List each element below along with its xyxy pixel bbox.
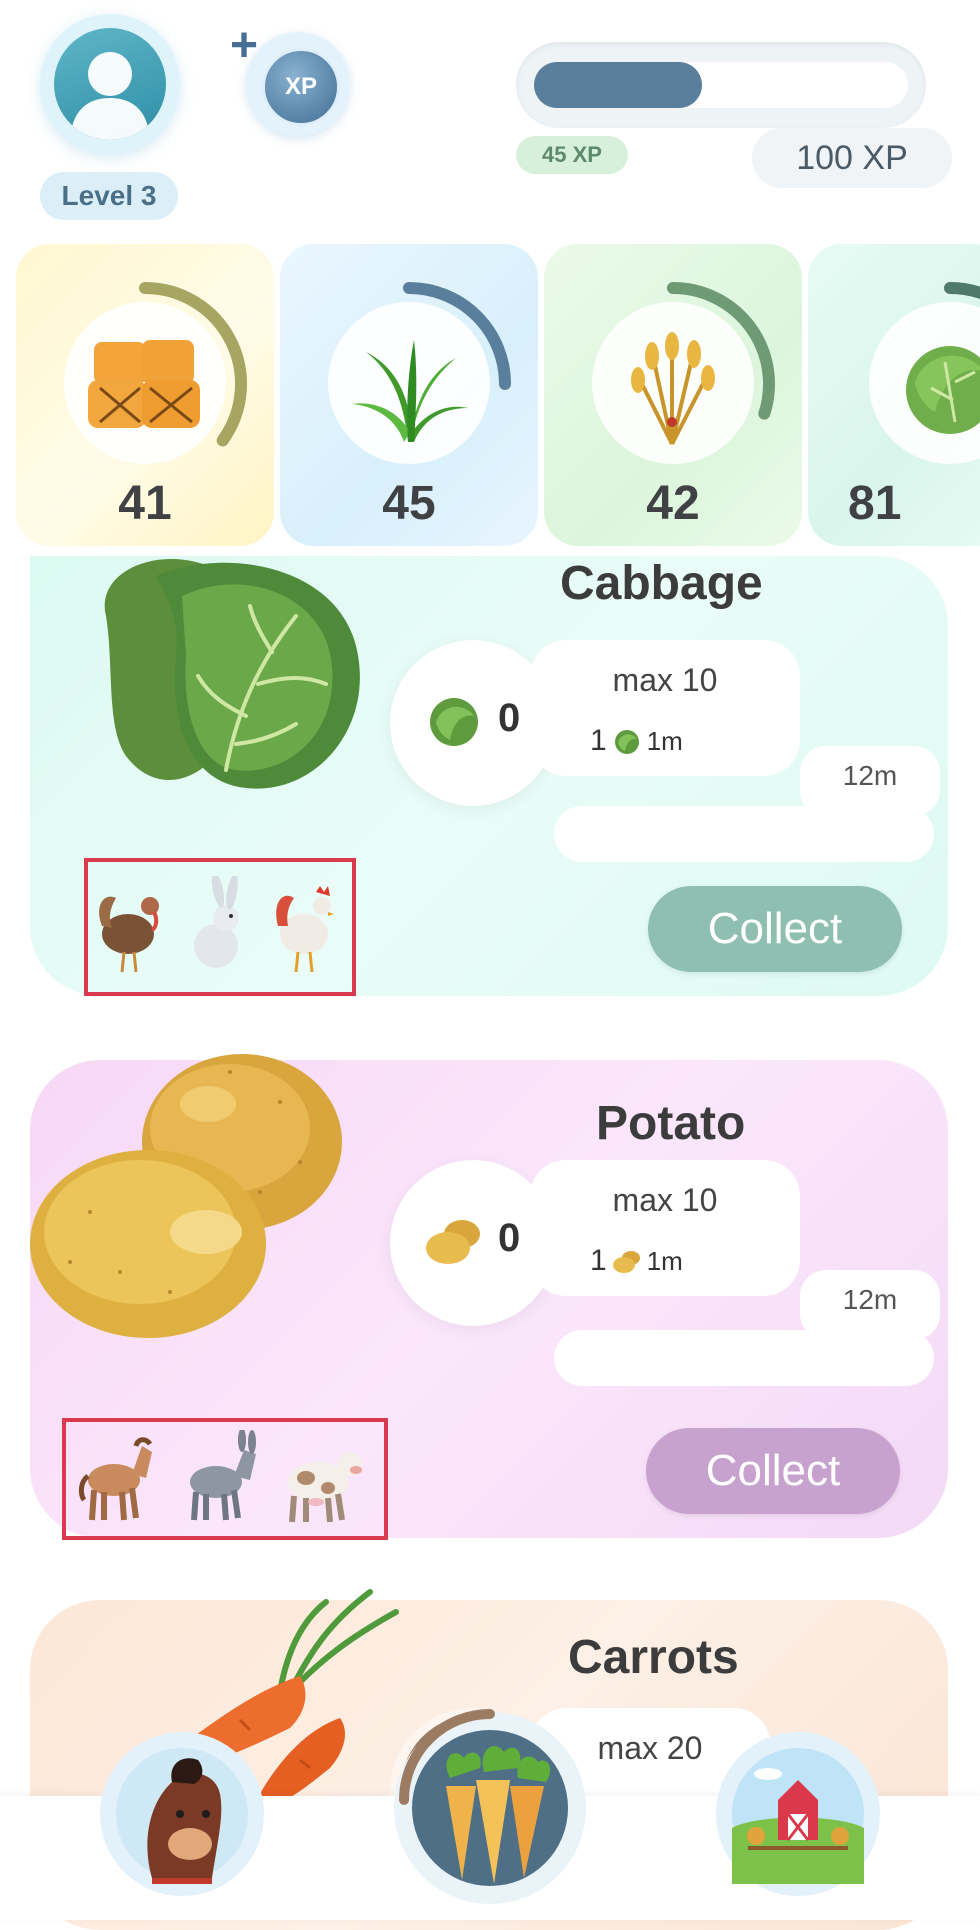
resource-count: 81	[848, 477, 902, 530]
barn-icon	[732, 1748, 864, 1884]
timer-progress-bar	[554, 1330, 934, 1386]
user-silhouette-icon	[54, 28, 166, 140]
cabbage-illustration	[104, 559, 360, 789]
max-capacity-label: max 10	[612, 662, 718, 698]
nav-farm-button[interactable]	[716, 1732, 880, 1896]
rate-amount: 1	[590, 724, 607, 757]
cabbage-icon	[614, 730, 639, 754]
xp-progress-bar	[516, 42, 926, 128]
timer-progress-bar	[554, 806, 934, 862]
potato-icon	[426, 1220, 480, 1264]
hay-bales-icon	[88, 340, 200, 428]
collect-button[interactable]: Collect	[648, 886, 902, 972]
rooster-icon	[276, 886, 334, 973]
rate-unit: 1m	[646, 1245, 683, 1276]
production-rate: 1 1m	[590, 724, 683, 758]
stock-count: 0	[498, 1216, 521, 1260]
xp-coin-icon: XP	[262, 48, 340, 126]
rate-unit: 1m	[646, 725, 683, 756]
wheat-icon	[631, 332, 715, 445]
crop-title: Carrots	[568, 1631, 739, 1684]
production-rate: 1 1m	[590, 1244, 683, 1278]
resource-count: 45	[382, 477, 436, 530]
resource-count: 42	[646, 477, 700, 530]
level-badge: Level 3	[40, 172, 178, 220]
stock-count: 0	[498, 696, 521, 740]
resource-card-hay[interactable]: 41	[16, 244, 274, 546]
rabbit-icon	[194, 876, 239, 968]
animal-consumers-box	[84, 858, 356, 996]
resource-count: 41	[118, 477, 172, 530]
rate-amount: 1	[590, 1244, 607, 1277]
max-capacity-label: max 10	[612, 1182, 718, 1218]
cow-icon	[288, 1452, 362, 1523]
crop-card-cabbage: Cabbage 0 max 10 1 1m 12m Collect	[30, 556, 948, 996]
potato-icon	[612, 1251, 640, 1273]
crop-title: Potato	[596, 1097, 746, 1150]
xp-bonus-button[interactable]: XP +	[230, 22, 364, 142]
resource-card-cabbage[interactable]: 81	[808, 244, 980, 546]
resource-card-grass[interactable]: 45	[280, 244, 538, 546]
donkey-icon	[190, 1430, 256, 1521]
xp-progress-fill	[534, 62, 703, 108]
xp-max-label: 100 XP	[752, 128, 952, 188]
cabbage-icon	[906, 346, 980, 434]
turkey-icon	[99, 896, 159, 973]
nav-animals-button[interactable]	[100, 1732, 264, 1896]
plus-icon: +	[230, 19, 259, 72]
resource-card-wheat[interactable]: 42	[544, 244, 802, 546]
collect-button[interactable]: Collect	[646, 1428, 900, 1514]
carrots-icon	[412, 1730, 568, 1886]
animal-consumers-box	[62, 1418, 388, 1540]
horse-icon	[116, 1748, 248, 1884]
crop-title: Cabbage	[560, 557, 763, 610]
horse-icon	[78, 1437, 153, 1521]
production-info-panel: max 10 1 1m	[530, 640, 800, 776]
potato-illustration	[30, 1054, 342, 1338]
cabbage-icon	[430, 698, 478, 746]
xp-current-label: 45 XP	[516, 136, 628, 174]
nav-crops-button[interactable]	[394, 1709, 586, 1904]
player-avatar[interactable]	[40, 14, 180, 154]
production-info-panel: max 10 1 1m	[530, 1160, 800, 1296]
crop-card-potato: Potato 0 max 10 1 1m 12m Collect	[30, 1054, 948, 1540]
grass-icon	[352, 340, 468, 442]
